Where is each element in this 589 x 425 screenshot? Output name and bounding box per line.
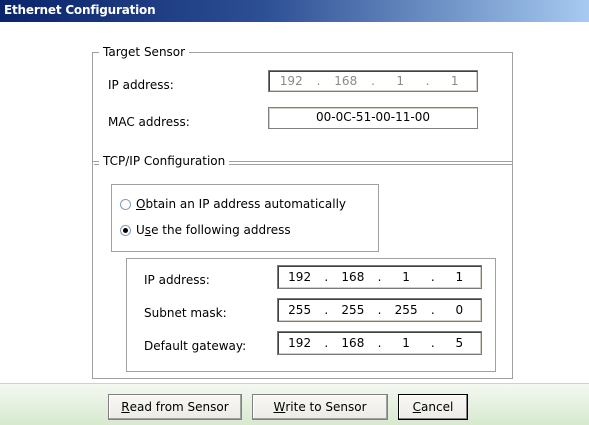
read-button-accel: R [121,400,130,414]
ip-dot: . [316,74,321,88]
window-title: Ethernet Configuration [4,3,156,17]
subnet-octet-2[interactable]: 255 [331,303,374,317]
write-button-label: rite to Sensor [285,400,367,414]
ip-dot: . [430,270,435,284]
sensor-ip-octet-3: 1 [396,74,405,88]
ip-dot: . [324,336,329,350]
ip-dot: . [430,303,435,317]
sensor-ip-field: 192 . 168 . 1 . 1 [268,70,478,92]
sensor-ip-octet-2: 168 [334,74,358,88]
radio-use-following-label: Use the following address [136,223,291,237]
gateway-octet-3[interactable]: 1 [385,336,428,350]
sensor-ip-label: IP address: [108,78,174,92]
subnet-octet-1[interactable]: 255 [278,303,321,317]
gateway-octet-2[interactable]: 168 [331,336,374,350]
tcpip-config-legend: TCP/IP Configuration [99,153,230,169]
subnet-mask-label: Subnet mask: [144,306,227,320]
target-sensor-group: Target Sensor IP address: 192 . 168 . 1 … [92,44,513,165]
read-from-sensor-button[interactable]: Read from Sensor [108,394,242,420]
sensor-ip-octet-4: 1 [450,74,459,88]
ip-dot: . [377,336,382,350]
radio-obtain-auto-indicator[interactable] [120,198,131,210]
write-button-accel: W [273,400,286,414]
dialog-client-area: Target Sensor IP address: 192 . 168 . 1 … [0,22,589,424]
sensor-mac-field: 00-0C-51-00-11-00 [268,107,478,129]
radio-use-following[interactable]: Use the following address [120,223,291,237]
address-box: IP address: 192 . 168 . 1 . 1 Subnet mas… [126,258,496,372]
ip-octet-4[interactable]: 1 [438,270,481,284]
radio-obtain-auto[interactable]: Obtain an IP address automatically [120,197,346,211]
ip-octet-2[interactable]: 168 [331,270,374,284]
ip-dot: . [425,74,430,88]
radio-obtain-auto-label: Obtain an IP address automatically [136,197,347,211]
subnet-octet-3[interactable]: 255 [385,303,428,317]
sensor-mac-label: MAC address: [108,115,190,129]
ip-octet-1[interactable]: 192 [278,270,321,284]
ip-dot: . [430,336,435,350]
cancel-button-accel: C [412,400,422,414]
ip-dot: . [324,270,329,284]
ip-dot: . [324,303,329,317]
default-gateway-label: Default gateway: [144,339,247,353]
ip-mode-box: Obtain an IP address automatically Use t… [111,184,379,252]
cancel-button-label: ancel [421,400,454,414]
button-bar: Read from Sensor Write to Sensor Cancel [0,383,589,425]
tcpip-config-group: TCP/IP Configuration Obtain an IP addres… [92,153,513,379]
radio-use-following-indicator[interactable] [120,224,131,236]
read-button-label: ead from Sensor [129,400,229,414]
ip-octet-3[interactable]: 1 [385,270,428,284]
ip-address-label: IP address: [144,273,210,287]
ip-dot: . [377,303,382,317]
write-to-sensor-button[interactable]: Write to Sensor [252,394,388,420]
default-gateway-field[interactable]: 192 . 168 . 1 . 5 [277,331,482,355]
cancel-button[interactable]: Cancel [398,394,468,420]
gateway-octet-4[interactable]: 5 [438,336,481,350]
subnet-octet-4[interactable]: 0 [438,303,481,317]
ip-dot: . [371,74,375,88]
ip-dot: . [377,270,382,284]
subnet-mask-field[interactable]: 255 . 255 . 255 . 0 [277,298,482,322]
sensor-ip-octet-1: 192 [279,74,303,88]
gateway-octet-1[interactable]: 192 [278,336,321,350]
title-bar: Ethernet Configuration [0,0,589,22]
target-sensor-legend: Target Sensor [99,44,190,60]
ip-address-field[interactable]: 192 . 168 . 1 . 1 [277,265,482,289]
